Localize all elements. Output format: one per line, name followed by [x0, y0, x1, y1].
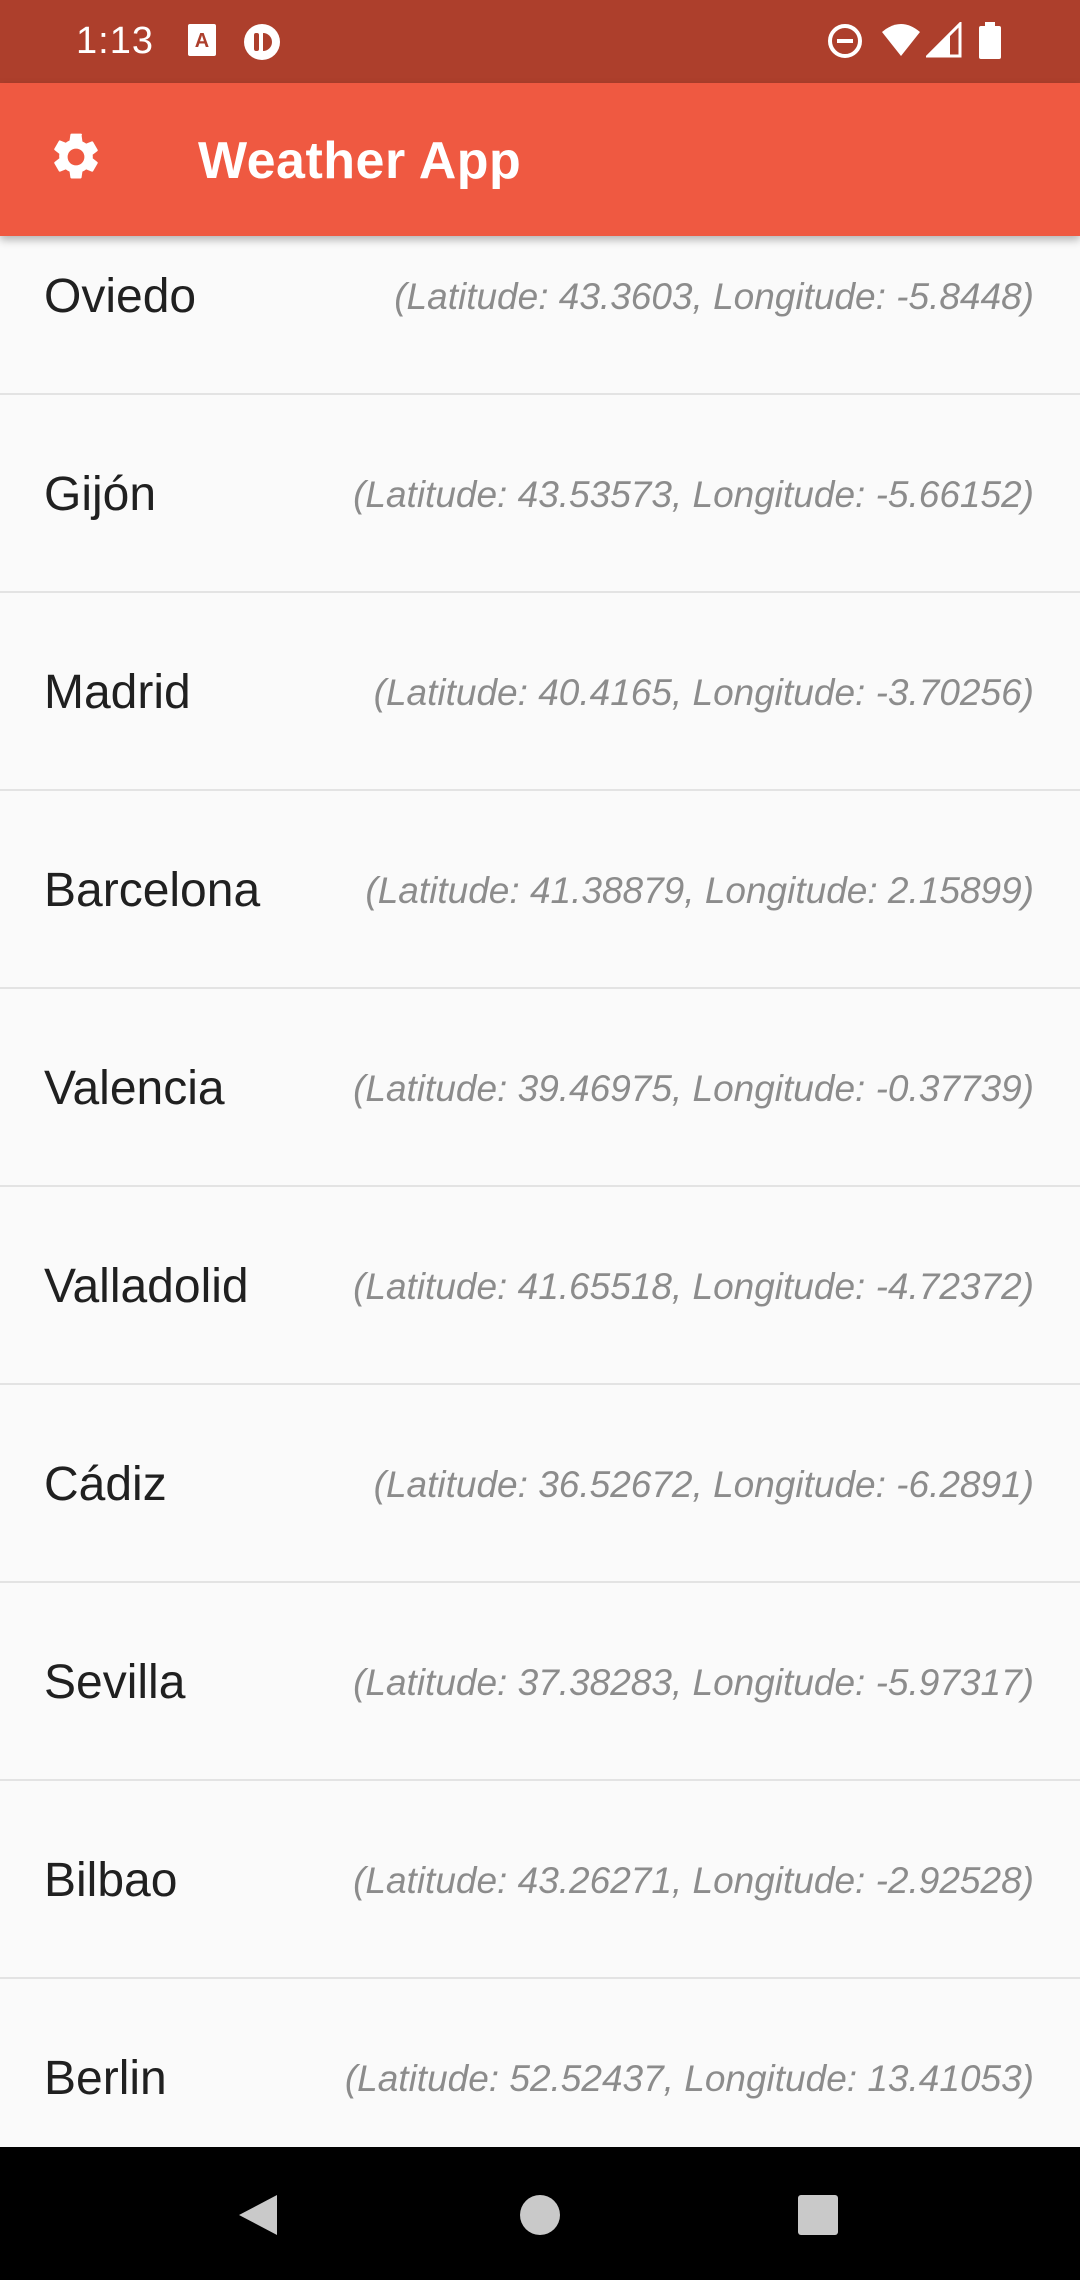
list-item[interactable]: Valencia (Latitude: 39.46975, Longitude:…: [0, 989, 1080, 1187]
wifi-icon: [880, 22, 922, 63]
city-coordinates: (Latitude: 36.52672, Longitude: -6.2891): [373, 1464, 1034, 1505]
city-name: Madrid: [44, 666, 191, 719]
city-name: Bilbao: [44, 1854, 178, 1907]
home-button[interactable]: [500, 2177, 580, 2257]
city-list[interactable]: Oviedo (Latitude: 43.3603, Longitude: -5…: [0, 236, 1080, 2147]
city-name: Barcelona: [44, 864, 261, 917]
list-item[interactable]: Valladolid (Latitude: 41.65518, Longitud…: [0, 1187, 1080, 1385]
app-bar: Weather App: [0, 83, 1080, 236]
recents-button[interactable]: [778, 2177, 858, 2257]
list-item[interactable]: Gijón (Latitude: 43.53573, Longitude: -5…: [0, 395, 1080, 593]
back-icon: [235, 2191, 281, 2244]
city-coordinates: (Latitude: 43.53573, Longitude: -5.66152…: [353, 474, 1034, 515]
list-item[interactable]: Madrid (Latitude: 40.4165, Longitude: -3…: [0, 593, 1080, 791]
city-coordinates: (Latitude: 41.38879, Longitude: 2.15899): [365, 870, 1034, 911]
status-bar: 1:13 A: [0, 0, 1080, 83]
do-not-disturb-icon: [826, 22, 864, 65]
list-item[interactable]: Barcelona (Latitude: 41.38879, Longitude…: [0, 791, 1080, 989]
city-name: Oviedo: [44, 270, 197, 323]
settings-button[interactable]: [34, 117, 118, 201]
a-icon: A: [186, 22, 218, 63]
city-name: Gijón: [44, 468, 157, 521]
city-name: Valencia: [44, 1062, 225, 1115]
city-name: Berlin: [44, 2052, 167, 2105]
city-coordinates: (Latitude: 40.4165, Longitude: -3.70256): [373, 672, 1034, 713]
navigation-bar: [0, 2147, 1080, 2280]
city-name: Valladolid: [44, 1260, 249, 1313]
signal-icon: [924, 20, 962, 63]
list-item[interactable]: Bilbao (Latitude: 43.26271, Longitude: -…: [0, 1781, 1080, 1979]
svg-text:A: A: [195, 30, 209, 52]
list-item[interactable]: Berlin (Latitude: 52.52437, Longitude: 1…: [0, 1979, 1080, 2147]
city-name: Sevilla: [44, 1656, 186, 1709]
city-coordinates: (Latitude: 52.52437, Longitude: 13.41053…: [344, 2058, 1034, 2099]
app-title: Weather App: [198, 132, 522, 190]
recents-icon: [797, 2194, 839, 2241]
home-icon: [518, 2193, 562, 2242]
city-coordinates: (Latitude: 41.65518, Longitude: -4.72372…: [353, 1266, 1034, 1307]
status-time: 1:13: [76, 20, 154, 62]
battery-icon: [978, 22, 1002, 65]
list-item[interactable]: Sevilla (Latitude: 37.38283, Longitude: …: [0, 1583, 1080, 1781]
recording-icon: [242, 22, 282, 67]
list-item[interactable]: Cádiz (Latitude: 36.52672, Longitude: -6…: [0, 1385, 1080, 1583]
city-coordinates: (Latitude: 39.46975, Longitude: -0.37739…: [353, 1068, 1034, 1109]
city-name: Cádiz: [44, 1458, 167, 1511]
gear-icon: [48, 129, 104, 190]
back-button[interactable]: [218, 2177, 298, 2257]
city-coordinates: (Latitude: 43.3603, Longitude: -5.8448): [394, 276, 1034, 317]
city-coordinates: (Latitude: 43.26271, Longitude: -2.92528…: [353, 1860, 1034, 1901]
city-coordinates: (Latitude: 37.38283, Longitude: -5.97317…: [353, 1662, 1034, 1703]
list-item[interactable]: Oviedo (Latitude: 43.3603, Longitude: -5…: [0, 236, 1080, 395]
